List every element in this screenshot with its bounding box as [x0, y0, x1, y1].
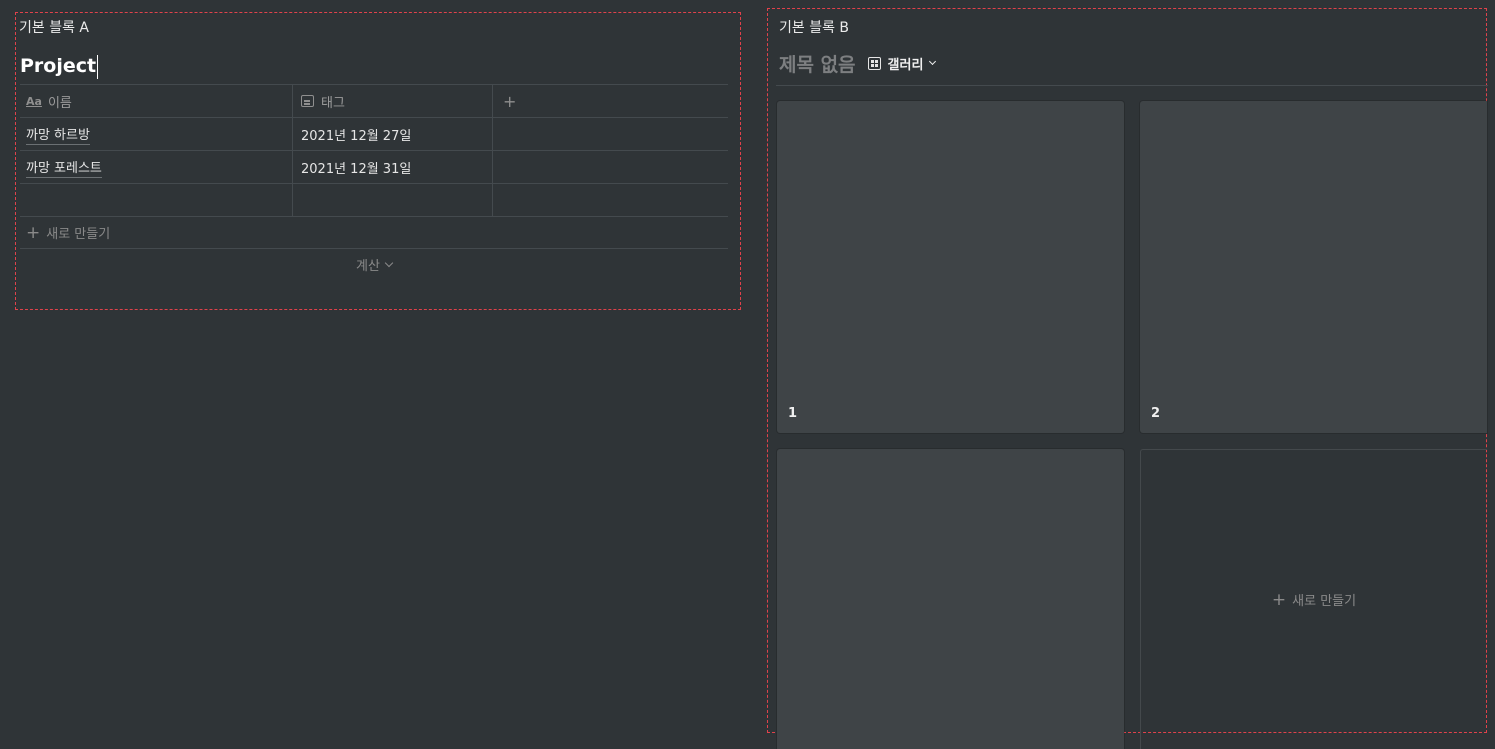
column-header-label: 이름 — [47, 95, 72, 111]
gallery-card[interactable]: 1 — [777, 101, 1124, 433]
new-row-button[interactable]: + 새로 만들기 — [20, 216, 728, 248]
gallery-card[interactable] — [777, 449, 1124, 749]
tag-cell[interactable] — [293, 184, 493, 216]
card-title: 2 — [1151, 406, 1161, 421]
database-table: Aa 이름 태그 + 까망 하르방 2021년 12월 27일 까망 포레스트 … — [20, 84, 728, 280]
calculate-button[interactable]: 계산 — [20, 248, 728, 280]
tag-cell[interactable]: 2021년 12월 27일 — [293, 118, 493, 150]
database-title-text: Project — [20, 55, 97, 77]
calendar-icon — [301, 95, 314, 107]
view-label: 갤러리 — [887, 57, 924, 73]
column-header-label: 태그 — [321, 95, 345, 111]
table-row[interactable]: 까망 하르방 2021년 12월 27일 — [20, 117, 728, 150]
name-cell[interactable] — [20, 184, 293, 216]
name-cell[interactable]: 까망 포레스트 — [20, 151, 293, 183]
tag-cell[interactable]: 2021년 12월 31일 — [293, 151, 493, 183]
plus-icon: + — [26, 222, 41, 243]
plus-icon: + — [1271, 589, 1287, 610]
view-switcher[interactable]: 갤러리 — [867, 54, 937, 73]
block-b-label: 기본 블록 B — [779, 20, 850, 36]
calculate-label: 계산 — [356, 259, 380, 274]
new-card-label: 새로 만들기 — [1292, 594, 1357, 609]
new-card-button[interactable]: + 새로 만들기 — [1140, 449, 1487, 749]
card-title: 1 — [788, 406, 798, 421]
column-header-tag[interactable]: 태그 — [293, 85, 493, 117]
gallery-title[interactable]: 제목 없음 — [779, 50, 856, 77]
table-row[interactable] — [20, 183, 728, 216]
column-header-name[interactable]: Aa 이름 — [20, 85, 293, 117]
empty-cell — [493, 184, 728, 216]
text-property-icon: Aa — [26, 94, 42, 108]
row-name[interactable]: 까망 하르방 — [26, 124, 90, 145]
gallery-header: 제목 없음 갤러리 — [779, 49, 937, 77]
gallery-card[interactable]: 2 — [1140, 101, 1487, 433]
add-column-button[interactable]: + — [493, 85, 728, 117]
table-row[interactable]: 까망 포레스트 2021년 12월 31일 — [20, 150, 728, 183]
row-name[interactable]: 까망 포레스트 — [26, 157, 102, 178]
table-header: Aa 이름 태그 + — [20, 84, 728, 117]
gallery-icon — [867, 56, 881, 70]
new-row-label: 새로 만들기 — [46, 227, 111, 242]
chevron-down-icon — [384, 258, 394, 267]
block-a-label: 기본 블록 A — [19, 20, 89, 36]
divider — [776, 85, 1488, 86]
empty-cell — [493, 151, 728, 183]
database-title[interactable]: Project — [20, 53, 99, 79]
plus-icon: + — [503, 91, 517, 111]
empty-cell — [493, 118, 728, 150]
text-caret — [97, 54, 99, 79]
chevron-down-icon — [929, 57, 937, 65]
name-cell[interactable]: 까망 하르방 — [20, 118, 293, 150]
block-a: 기본 블록 A Project Aa 이름 태그 + 까망 하르방 2021년 … — [15, 12, 741, 310]
